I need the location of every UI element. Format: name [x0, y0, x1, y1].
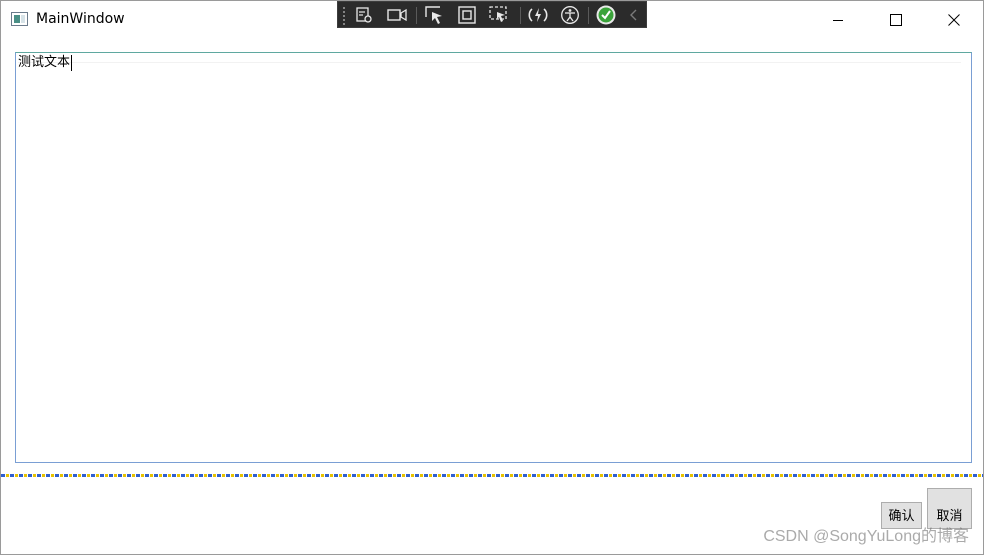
accessibility-icon[interactable]	[558, 4, 582, 26]
minimize-icon	[833, 19, 843, 21]
toolbar-grip-handle[interactable]	[342, 6, 346, 25]
app-window-icon	[11, 12, 28, 26]
text-caret	[71, 55, 73, 71]
close-button[interactable]	[925, 1, 983, 38]
xaml-debug-toolbar	[337, 1, 647, 28]
track-focus-icon[interactable]	[487, 4, 511, 26]
collapse-chevron-icon[interactable]	[622, 4, 646, 26]
close-icon	[948, 13, 960, 26]
select-element-icon[interactable]	[423, 4, 447, 26]
binding-check-icon[interactable]	[594, 4, 618, 26]
window-title: MainWindow	[36, 11, 125, 27]
record-icon[interactable]	[385, 4, 409, 26]
grid-splitter[interactable]	[1, 474, 983, 477]
text-input-area[interactable]: 测试文本	[15, 52, 972, 463]
minimize-button[interactable]	[809, 1, 867, 38]
text-content: 测试文本	[18, 55, 71, 70]
display-layout-adorners-icon[interactable]	[455, 4, 479, 26]
maximize-icon	[890, 13, 902, 26]
maximize-button[interactable]	[867, 1, 925, 38]
hot-reload-icon[interactable]	[526, 4, 550, 26]
watermark-text: CSDN @SongYuLong的博客	[763, 528, 969, 545]
main-window: MainWindow 测试文本 确认 取消 CSDN @SongYuLong的博…	[0, 0, 984, 555]
live-visual-tree-icon[interactable]	[352, 4, 376, 26]
